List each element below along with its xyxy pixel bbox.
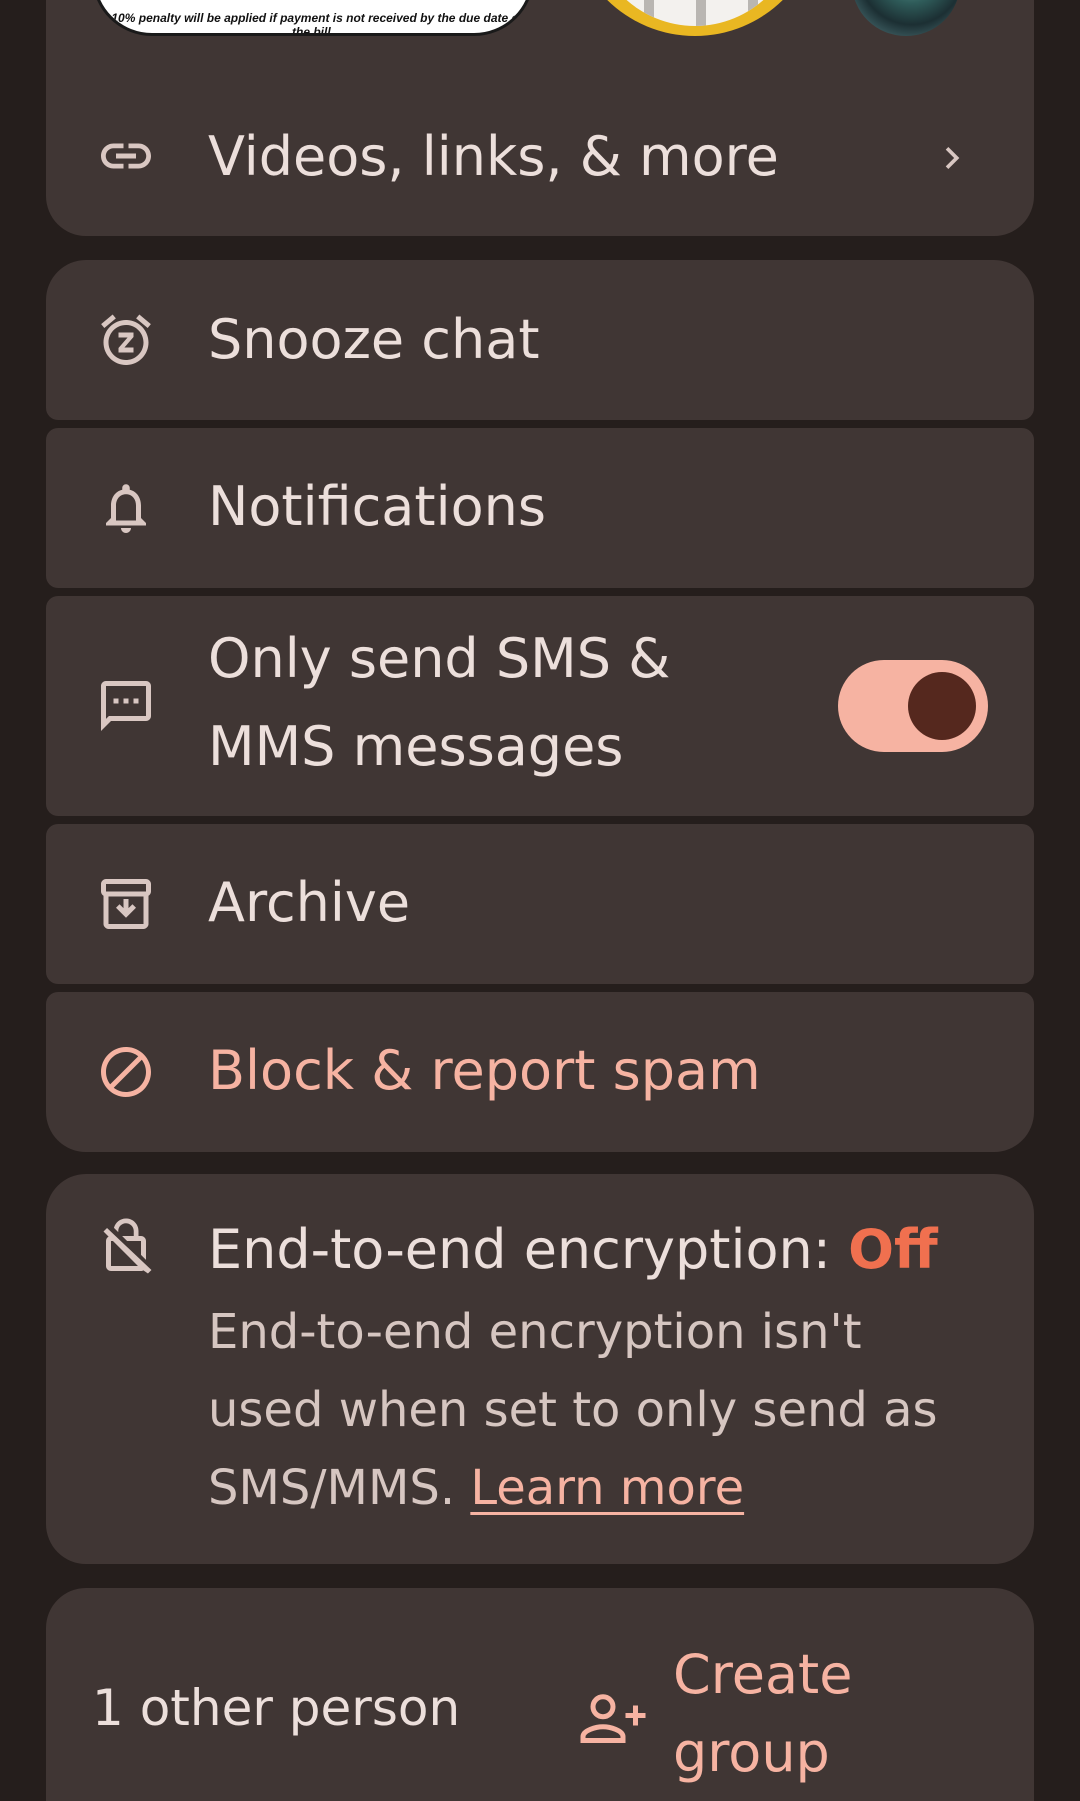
- archive-label: Archive: [208, 871, 411, 934]
- sms-only-label-line2: MMS messages: [208, 715, 624, 778]
- bell-icon: [96, 478, 156, 538]
- chevron-right-icon: [930, 136, 974, 180]
- block-report-label: Block & report spam: [208, 1039, 761, 1102]
- create-group-label: Create group: [673, 1643, 853, 1784]
- link-icon: [96, 126, 156, 186]
- participants-count: 1 other person: [92, 1679, 461, 1737]
- encryption-title-text: End-to-end encryption:: [208, 1218, 849, 1281]
- block-icon: [96, 1042, 156, 1102]
- person-add-icon: [575, 1688, 651, 1748]
- encryption-description: End-to-end encryption isn't used when se…: [208, 1293, 988, 1527]
- sms-only-label-line1: Only send SMS &: [208, 627, 671, 690]
- archive-icon: [96, 874, 156, 934]
- encryption-title: End-to-end encryption: Off: [208, 1223, 938, 1277]
- snooze-chat-label: Snooze chat: [208, 308, 540, 371]
- videos-links-label: Videos, links, & more: [208, 125, 779, 188]
- toggle-knob: [908, 672, 976, 740]
- encryption-status: Off: [848, 1218, 938, 1281]
- alarm-snooze-icon: [96, 310, 156, 370]
- message-icon: [96, 676, 156, 736]
- archive-row[interactable]: [46, 824, 1034, 984]
- sms-only-toggle[interactable]: [838, 660, 988, 752]
- notifications-label: Notifications: [208, 475, 546, 538]
- media-thumbnail-document[interactable]: A 10% penalty will be applied if payment…: [92, 0, 534, 36]
- learn-more-link[interactable]: Learn more: [470, 1460, 744, 1516]
- no-encryption-icon: [96, 1216, 156, 1276]
- snooze-chat-row[interactable]: [46, 260, 1034, 420]
- document-caption: A 10% penalty will be applied if payment…: [99, 11, 527, 36]
- conversation-details-screen: A 10% penalty will be applied if payment…: [0, 0, 1080, 1801]
